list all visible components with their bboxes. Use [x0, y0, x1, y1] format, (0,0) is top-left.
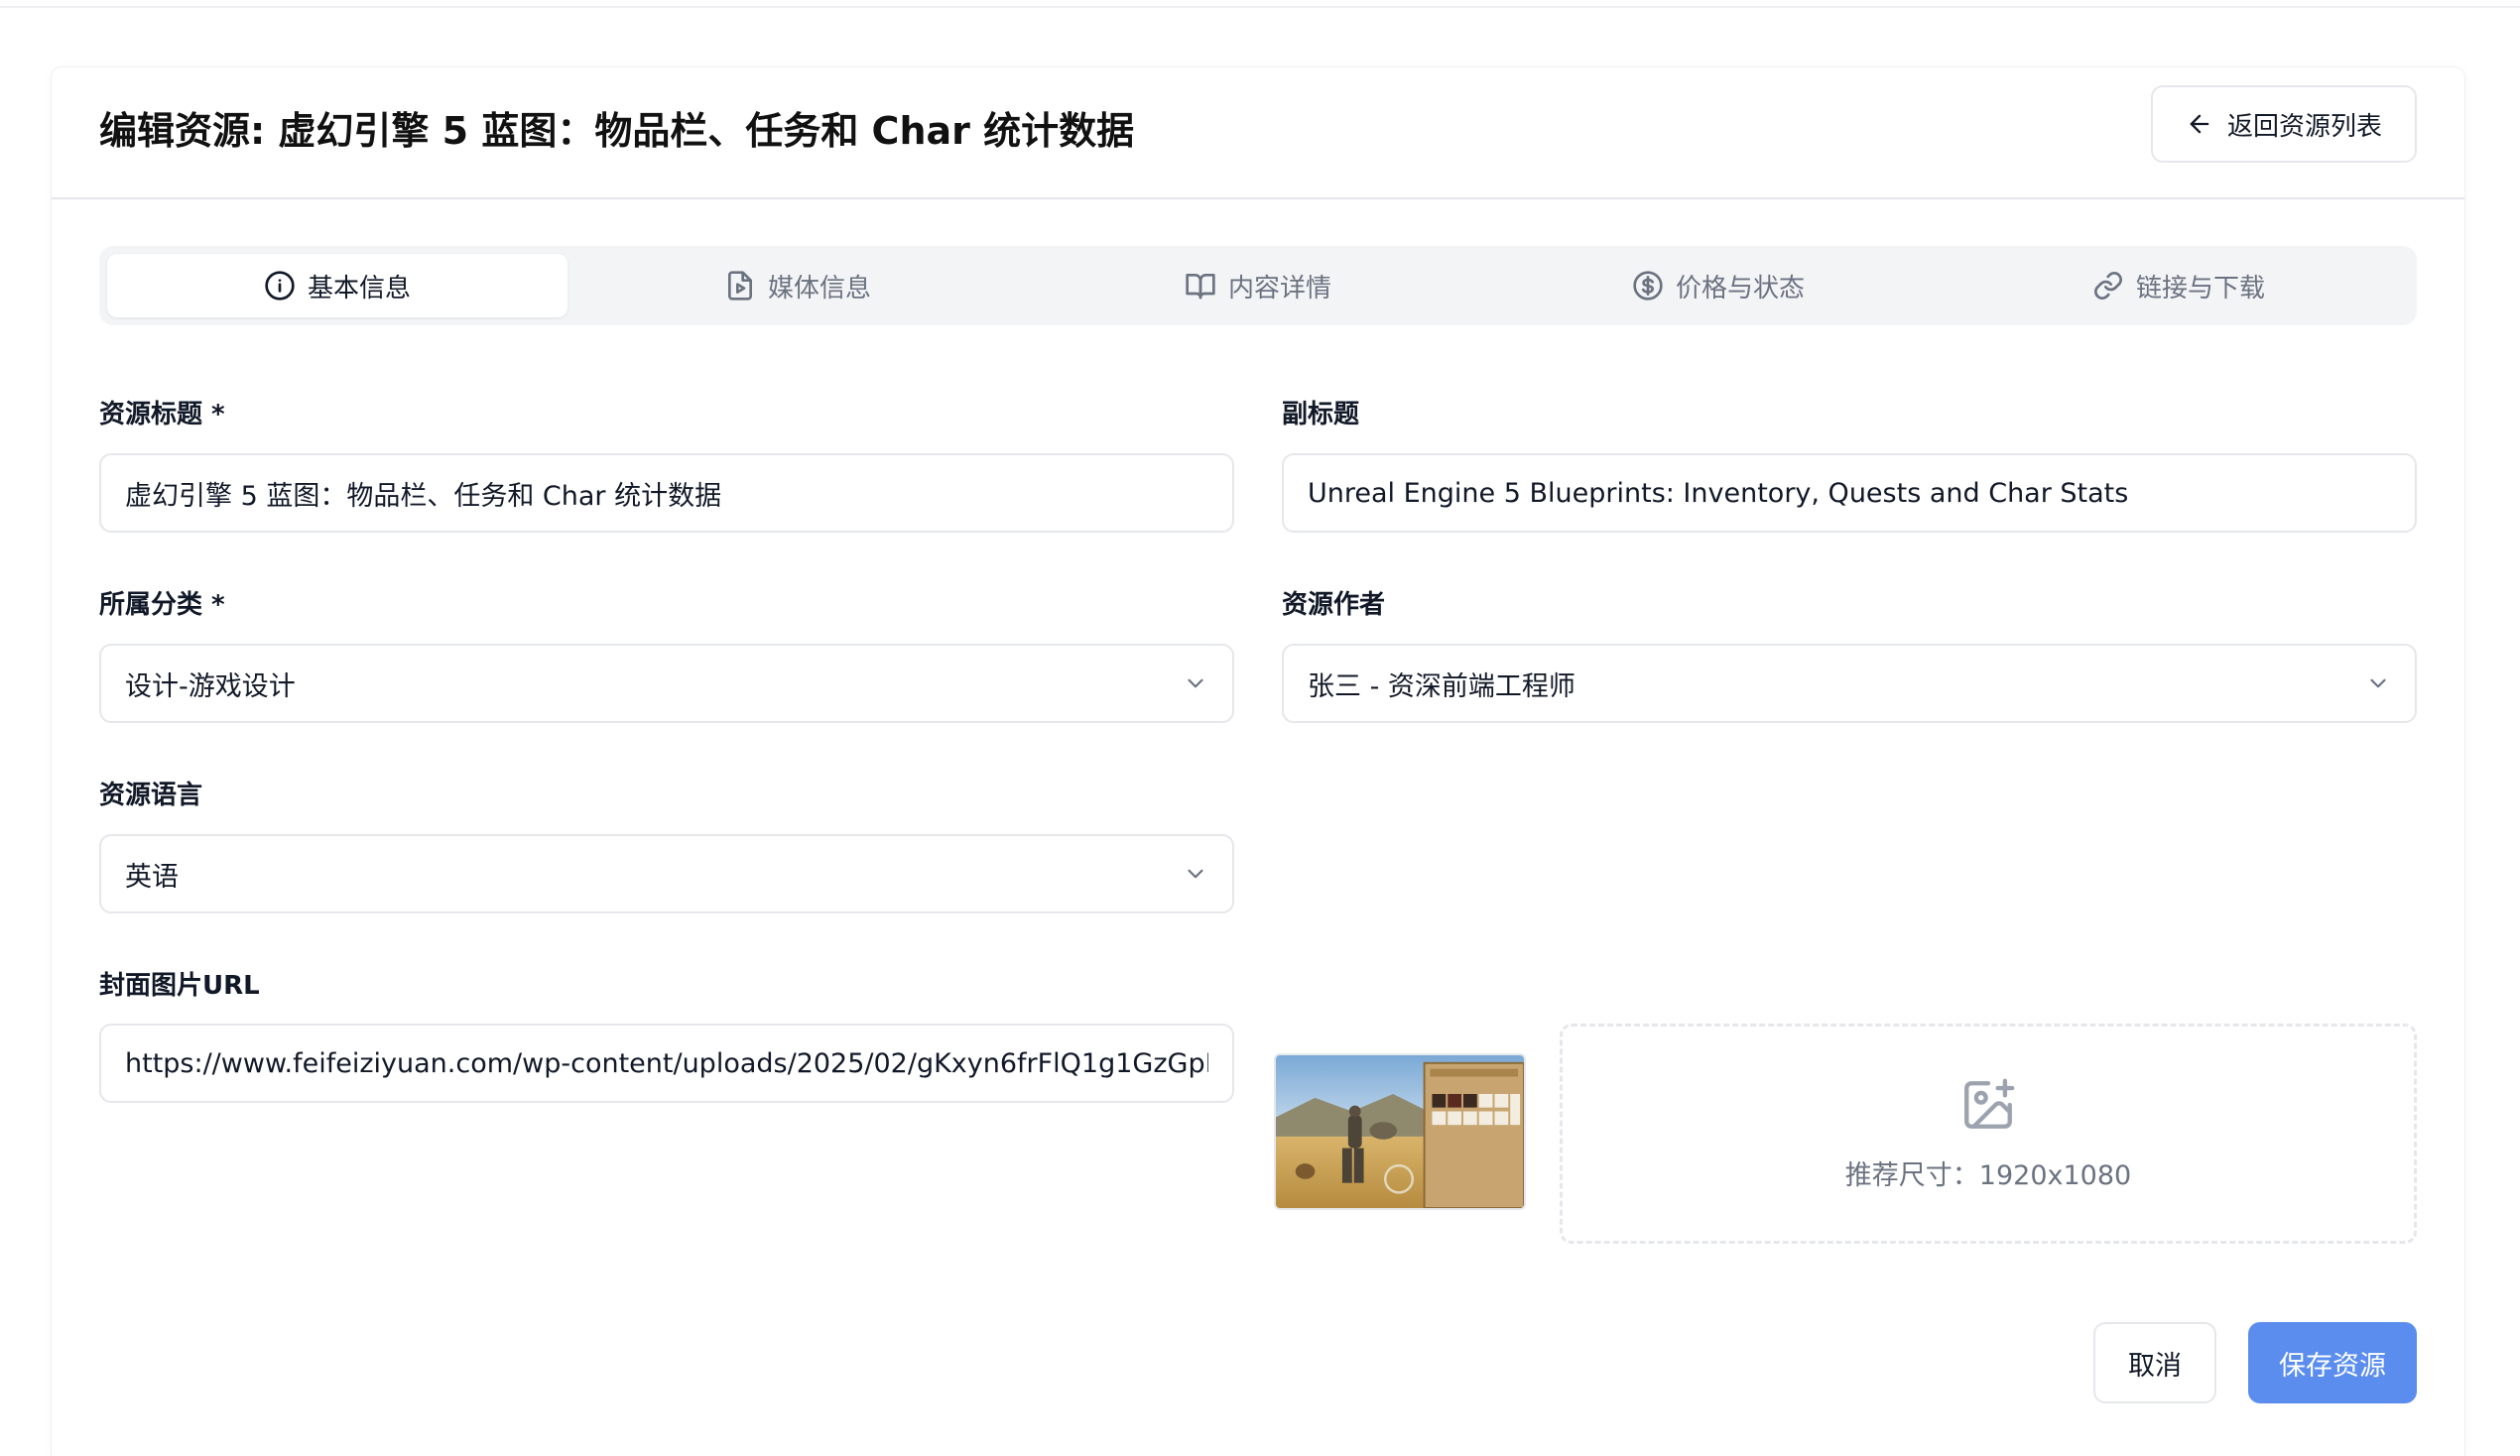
chevron-down-icon [1188, 869, 1203, 879]
category-select[interactable]: 设计-游戏设计 [99, 644, 1234, 723]
tab-label: 媒体信息 [767, 273, 871, 303]
chevron-down-icon [1188, 678, 1203, 688]
save-resource-button[interactable]: 保存资源 [2248, 1322, 2417, 1403]
tab-content-details[interactable]: 内容详情 [1028, 254, 1488, 317]
cancel-button[interactable]: 取消 [2093, 1322, 2216, 1403]
link-icon [2093, 272, 2122, 300]
info-circle-icon [265, 271, 295, 301]
title-input-value: 虚幻引擎 5 蓝图：物品栏、任务和 Char 统计数据 [125, 480, 722, 512]
title-input[interactable]: 虚幻引擎 5 蓝图：物品栏、任务和 Char 统计数据 [99, 453, 1234, 533]
file-play-icon [727, 271, 752, 301]
page-title: 编辑资源: 虚幻引擎 5 蓝图：物品栏、任务和 Char 统计数据 [99, 109, 1135, 153]
tab-basic-info[interactable]: 基本信息 [107, 254, 567, 317]
cover-image-preview [1274, 1053, 1526, 1210]
edit-resource-card: 编辑资源: 虚幻引擎 5 蓝图：物品栏、任务和 Char 统计数据 返回资源列表… [52, 67, 2464, 1456]
book-open-icon [1186, 274, 1215, 300]
arrow-left-icon [2190, 114, 2209, 134]
tab-label: 价格与状态 [1675, 273, 1805, 303]
card-header: 编辑资源: 虚幻引擎 5 蓝图：物品栏、任务和 Char 统计数据 返回资源列表 [52, 67, 2464, 199]
top-divider [0, 6, 2520, 8]
category-field-label: 所属分类 * [99, 590, 225, 620]
subtitle-field-label: 副标题 [1282, 400, 1360, 429]
title-field-label: 资源标题 * [99, 400, 225, 429]
tab-label: 链接与下载 [2135, 273, 2265, 303]
cover-url-input[interactable]: https://www.feifeiziyuan.com/wp-content/… [99, 1024, 1234, 1103]
tab-price-status[interactable]: 价格与状态 [1488, 254, 1949, 317]
back-button-label: 返回资源列表 [2226, 111, 2382, 142]
upload-size-hint: 推荐尺寸：1920x1080 [1844, 1159, 2132, 1191]
cover-url-field-label: 封面图片URL [99, 971, 260, 1001]
subtitle-input[interactable]: Unreal Engine 5 Blueprints: Inventory, Q… [1282, 453, 2417, 533]
subtitle-input-value: Unreal Engine 5 Blueprints: Inventory, Q… [1308, 477, 2129, 509]
dollar-circle-icon [1633, 271, 1663, 301]
language-field-label: 资源语言 [99, 781, 203, 810]
tab-links-downloads[interactable]: 链接与下载 [1949, 254, 2409, 317]
author-field-label: 资源作者 [1282, 590, 1386, 620]
language-select[interactable]: 英语 [99, 834, 1234, 913]
tab-media-info[interactable]: 媒体信息 [567, 254, 1028, 317]
author-select-value: 张三 - 资深前端工程师 [1308, 670, 1575, 702]
image-plus-icon [1964, 1078, 2015, 1129]
cover-url-input-value: https://www.feifeiziyuan.com/wp-content/… [125, 1047, 1208, 1079]
back-to-list-button[interactable]: 返回资源列表 [2151, 85, 2417, 163]
tab-bar: 基本信息 媒体信息 内容详情 价格与状态 链接与下载 [99, 246, 2417, 325]
category-select-value: 设计-游戏设计 [125, 670, 296, 702]
tab-label: 基本信息 [307, 273, 411, 303]
chevron-down-icon [2370, 678, 2386, 688]
cover-image-dropzone[interactable]: 推荐尺寸：1920x1080 [1560, 1024, 2417, 1244]
tab-label: 内容详情 [1227, 273, 1331, 303]
author-select[interactable]: 张三 - 资深前端工程师 [1282, 644, 2417, 723]
language-select-value: 英语 [125, 861, 179, 893]
